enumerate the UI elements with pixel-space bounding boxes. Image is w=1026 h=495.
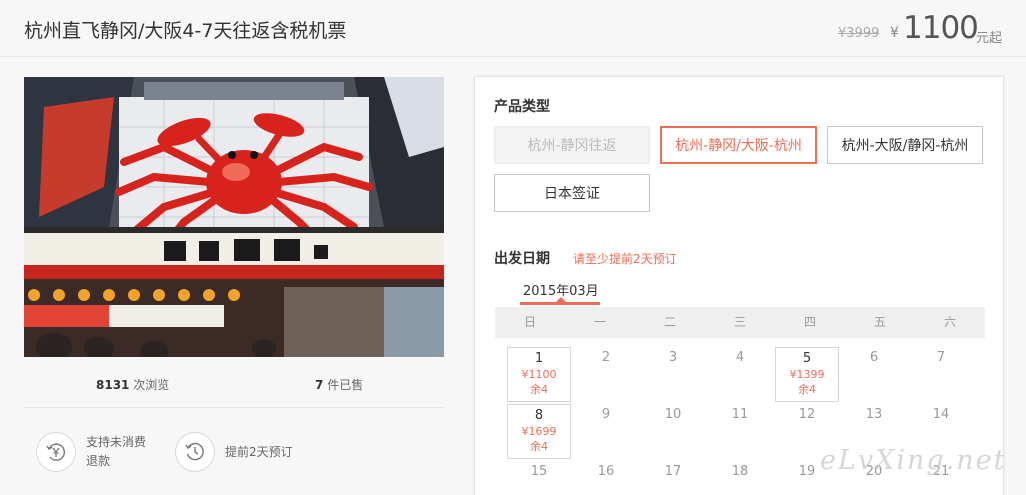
sold-count-number: 7 bbox=[315, 378, 324, 392]
day-number: 5 bbox=[802, 351, 812, 366]
calendar-day: 17 bbox=[641, 461, 705, 479]
feature-refund-text: 支持未消费退款 bbox=[86, 435, 147, 468]
calendar-day: 13 bbox=[842, 404, 906, 422]
day-stock: 余4 bbox=[530, 383, 548, 396]
day-number: 13 bbox=[865, 407, 883, 422]
booking-panel: 产品类型 杭州-静冈往返 杭州-静冈/大阪-杭州 杭州-大阪/静冈-杭州 日本签… bbox=[474, 76, 1004, 495]
page-title: 杭州直飞静冈/大阪4-7天往返含税机票 bbox=[24, 20, 347, 42]
product-photo bbox=[24, 77, 444, 357]
day-number: 18 bbox=[731, 464, 749, 479]
weekday-label: 二 bbox=[663, 315, 676, 329]
clock-history-icon bbox=[175, 432, 215, 472]
weekday-label: 六 bbox=[943, 315, 956, 329]
option-hangzhou-osaka-shizuoka-hangzhou[interactable]: 杭州-大阪/静冈-杭州 bbox=[827, 126, 983, 164]
calendar-day-available[interactable]: 1 ¥1100 余4 bbox=[507, 347, 571, 402]
stats-divider bbox=[24, 407, 444, 408]
calendar-day: 6 bbox=[842, 347, 906, 365]
weekday-label: 五 bbox=[873, 315, 886, 329]
departure-date-title: 出发日期 bbox=[494, 251, 550, 267]
day-price: ¥1699 bbox=[521, 425, 557, 438]
day-number: 17 bbox=[664, 464, 682, 479]
watermark: eLvXing.net bbox=[820, 445, 1007, 476]
weekday-header: 日一二三四五六 bbox=[495, 307, 985, 338]
day-number: 11 bbox=[731, 407, 749, 422]
calendar-day: 4 bbox=[708, 347, 772, 365]
day-stock: 余4 bbox=[530, 440, 548, 453]
currency-symbol: ¥ bbox=[890, 25, 899, 41]
view-count-label: 次浏览 bbox=[133, 378, 170, 392]
feature-advance-booking-text: 提前2天预订 bbox=[225, 444, 293, 459]
day-number: 4 bbox=[735, 350, 745, 365]
option-japan-visa[interactable]: 日本签证 bbox=[494, 174, 650, 212]
calendar-day: 3 bbox=[641, 347, 705, 365]
day-price: ¥1399 bbox=[789, 368, 825, 381]
calendar-day: 7 bbox=[909, 347, 973, 365]
day-number: 1 bbox=[534, 351, 544, 366]
calendar-day-available[interactable]: 8 ¥1699 余4 bbox=[507, 404, 571, 459]
calendar-day: 9 bbox=[574, 404, 638, 422]
day-number: 12 bbox=[798, 407, 816, 422]
day-stock: 余4 bbox=[798, 383, 816, 396]
calendar-day: 12 bbox=[775, 404, 839, 422]
day-number: 8 bbox=[534, 408, 544, 423]
day-price: ¥1100 bbox=[521, 368, 557, 381]
day-number: 6 bbox=[869, 350, 879, 365]
calendar-day: 18 bbox=[708, 461, 772, 479]
crab-restaurant-photo bbox=[24, 77, 444, 357]
calendar-day: 16 bbox=[574, 461, 638, 479]
calendar-day: 11 bbox=[708, 404, 772, 422]
view-count: 8131 次浏览 bbox=[96, 376, 169, 393]
calendar-day: 2 bbox=[574, 347, 638, 365]
yen-refund-icon bbox=[36, 432, 76, 472]
calendar-day: 10 bbox=[641, 404, 705, 422]
day-number: 9 bbox=[601, 407, 611, 422]
option-hangzhou-shizuoka-osaka-hangzhou[interactable]: 杭州-静冈/大阪-杭州 bbox=[660, 126, 817, 164]
original-price: ¥3999 bbox=[838, 26, 880, 41]
weekday-label: 三 bbox=[733, 315, 746, 329]
day-number: 3 bbox=[668, 350, 678, 365]
feature-refund: 支持未消费退款 bbox=[36, 432, 154, 472]
view-count-number: 8131 bbox=[96, 378, 130, 392]
advance-booking-note: 请至少提前2天预订 bbox=[573, 252, 677, 266]
weekday-label: 四 bbox=[803, 315, 816, 329]
weekday-label: 一 bbox=[593, 315, 606, 329]
sold-count: 7 件已售 bbox=[315, 376, 363, 393]
product-type-title: 产品类型 bbox=[494, 99, 550, 115]
option-hangzhou-shizuoka-return[interactable]: 杭州-静冈往返 bbox=[494, 126, 650, 164]
day-number: 16 bbox=[597, 464, 615, 479]
calendar-day-available[interactable]: 5 ¥1399 余4 bbox=[775, 347, 839, 402]
day-number: 7 bbox=[936, 350, 946, 365]
page-header: 杭州直飞静冈/大阪4-7天往返含税机票 ¥3999 ¥ 1100 元起 bbox=[0, 0, 1026, 57]
month-tab-indicator bbox=[520, 297, 600, 305]
day-number: 10 bbox=[664, 407, 682, 422]
current-price: 1100 bbox=[903, 10, 979, 46]
weekday-label: 日 bbox=[523, 315, 536, 329]
day-number: 2 bbox=[601, 350, 611, 365]
calendar-day: 15 bbox=[507, 461, 571, 479]
feature-advance-booking: 提前2天预订 bbox=[175, 432, 293, 472]
sold-count-label: 件已售 bbox=[327, 378, 364, 392]
day-number: 14 bbox=[932, 407, 950, 422]
day-number: 15 bbox=[530, 464, 548, 479]
price-unit: 元起 bbox=[976, 31, 1003, 46]
calendar-day: 14 bbox=[909, 404, 973, 422]
